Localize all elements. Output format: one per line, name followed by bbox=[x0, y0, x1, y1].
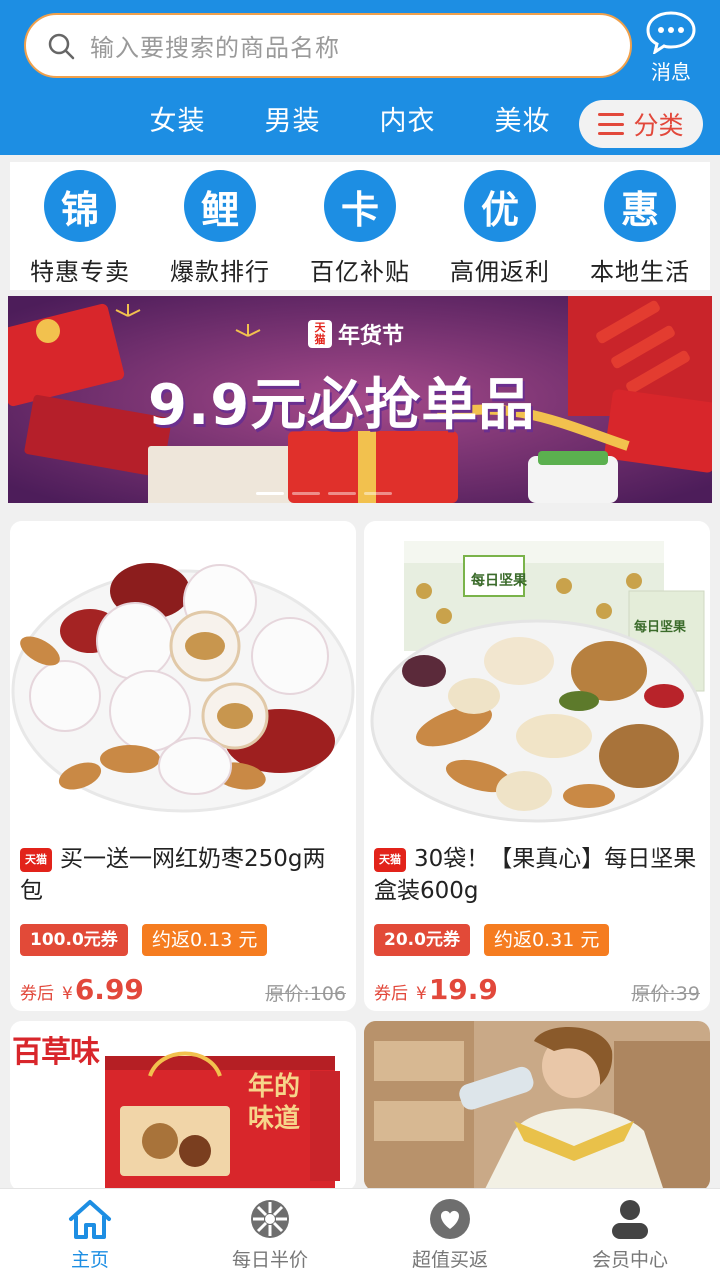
promo-banner[interactable]: 天猫 年货节 9.9元必抢单品 bbox=[8, 296, 712, 503]
tab-beauty[interactable]: 美妆 bbox=[465, 102, 580, 142]
message-button[interactable]: 消息 bbox=[640, 10, 702, 85]
coupon-tag: 100.0元券 bbox=[20, 924, 128, 956]
quick-entry-label: 百亿补贴 bbox=[310, 258, 410, 286]
quick-entry-label: 特惠专卖 bbox=[30, 258, 130, 286]
after-coupon-label: 券后 bbox=[374, 984, 408, 1004]
rebate-tag: 约返0.13 元 bbox=[142, 924, 268, 956]
product-title-text: 30袋！【果真心】每日坚果盒装600g bbox=[374, 846, 697, 904]
product-card[interactable]: 天猫 买一送一网红奶枣250g两包 100.0元券 约返0.13 元 券后 ¥ 6… bbox=[10, 521, 356, 1011]
bottom-navigation: 主页 每日半价 超值买返 会员中心 bbox=[0, 1188, 720, 1280]
price-value: 19.9 bbox=[428, 973, 498, 1006]
festival-label: 年货节 bbox=[338, 324, 405, 349]
quick-entry-label: 高佣返利 bbox=[450, 258, 550, 286]
wheel-icon bbox=[251, 1200, 289, 1238]
product-title: 天猫 买一送一网红奶枣250g两包 bbox=[20, 843, 346, 907]
quick-entry-row: 锦 特惠专卖 鲤 爆款排行 卡 百亿补贴 优 高佣返利 惠 本地生活 bbox=[10, 162, 710, 290]
currency-symbol: ¥ bbox=[416, 984, 427, 1004]
ka-icon: 卡 bbox=[324, 170, 396, 242]
carousel-indicator bbox=[256, 492, 400, 495]
nav-rebate[interactable]: 超值买返 bbox=[360, 1189, 540, 1280]
quick-entry-subsidy[interactable]: 卡 百亿补贴 bbox=[290, 162, 430, 290]
quick-entry-label: 本地生活 bbox=[590, 258, 690, 286]
product-image: 每日坚果 每日坚果 bbox=[364, 521, 710, 831]
after-coupon-price: 券后 ¥ 19.9 bbox=[374, 973, 498, 1006]
search-placeholder: 输入要搜索的商品名称 bbox=[90, 34, 340, 62]
product-image bbox=[364, 1021, 710, 1191]
product-image bbox=[10, 521, 356, 831]
brand-logo: 百草味 bbox=[12, 1035, 100, 1070]
quick-entry-local-life[interactable]: 惠 本地生活 bbox=[570, 162, 710, 290]
rebate-tag: 约返0.31 元 bbox=[484, 924, 610, 956]
tab-womens[interactable]: 女装 bbox=[120, 102, 235, 142]
nav-label: 主页 bbox=[70, 1249, 109, 1271]
li-icon: 鲤 bbox=[184, 170, 256, 242]
search-input[interactable]: 输入要搜索的商品名称 bbox=[24, 13, 632, 78]
quick-entry-special-sale[interactable]: 锦 特惠专卖 bbox=[10, 162, 150, 290]
currency-symbol: ¥ bbox=[62, 984, 73, 1004]
box-text: 年的味道 bbox=[248, 1072, 301, 1134]
svg-text:每日坚果: 每日坚果 bbox=[634, 619, 686, 635]
category-tabs: 女装 男装 内衣 美妆 bbox=[120, 102, 580, 142]
jin-icon: 锦 bbox=[44, 170, 116, 242]
nav-daily-half-price[interactable]: 每日半价 bbox=[180, 1189, 360, 1280]
nav-label: 超值买返 bbox=[411, 1249, 488, 1271]
tab-underwear[interactable]: 内衣 bbox=[350, 102, 465, 142]
home-icon bbox=[69, 1200, 111, 1239]
tab-mens[interactable]: 男装 bbox=[235, 102, 350, 142]
tmall-festival-badge: 天猫 年货节 bbox=[308, 318, 404, 350]
tmall-logo: 天猫 bbox=[308, 320, 332, 348]
nav-member-center[interactable]: 会员中心 bbox=[540, 1189, 720, 1280]
message-label: 消息 bbox=[651, 60, 691, 84]
nav-label: 会员中心 bbox=[591, 1249, 668, 1271]
original-price: 原价:39 bbox=[631, 983, 700, 1005]
nav-home[interactable]: 主页 bbox=[0, 1189, 180, 1280]
search-icon bbox=[48, 33, 75, 59]
product-title-text: 买一送一网红奶枣250g两包 bbox=[20, 846, 326, 904]
product-card[interactable]: 每日坚果 每日坚果 天猫 30袋！【果真心】每日坚果盒装600g 20.0元券 约… bbox=[364, 521, 710, 1011]
category-label: 分类 bbox=[633, 111, 684, 140]
hui-icon: 惠 bbox=[604, 170, 676, 242]
banner-title: 9.9元必抢单品 bbox=[148, 373, 536, 438]
nav-label: 每日半价 bbox=[231, 1249, 308, 1271]
price-value: 6.99 bbox=[74, 973, 144, 1006]
product-card[interactable]: 百草味 年的味道 bbox=[10, 1021, 356, 1191]
you-icon: 优 bbox=[464, 170, 536, 242]
product-title: 天猫 30袋！【果真心】每日坚果盒装600g bbox=[374, 843, 700, 907]
after-coupon-price: 券后 ¥ 6.99 bbox=[20, 973, 144, 1006]
tmall-badge: 天猫 bbox=[20, 848, 52, 872]
original-price: 原价:106 bbox=[265, 983, 346, 1005]
tmall-badge: 天猫 bbox=[374, 848, 406, 872]
menu-icon bbox=[598, 113, 625, 135]
category-button[interactable]: 分类 bbox=[579, 100, 703, 148]
heart-icon bbox=[430, 1199, 470, 1239]
after-coupon-label: 券后 bbox=[20, 984, 54, 1004]
quick-entry-label: 爆款排行 bbox=[170, 258, 270, 286]
user-icon bbox=[612, 1200, 648, 1239]
product-card[interactable] bbox=[364, 1021, 710, 1191]
quick-entry-hot-ranking[interactable]: 鲤 爆款排行 bbox=[150, 162, 290, 290]
chat-bubble-icon bbox=[646, 11, 696, 54]
quick-entry-high-rebate[interactable]: 优 高佣返利 bbox=[430, 162, 570, 290]
coupon-tag: 20.0元券 bbox=[374, 924, 470, 956]
top-header: 输入要搜索的商品名称 消息 女装 男装 内衣 美妆 分类 bbox=[0, 0, 720, 155]
svg-text:每日坚果: 每日坚果 bbox=[471, 572, 528, 589]
